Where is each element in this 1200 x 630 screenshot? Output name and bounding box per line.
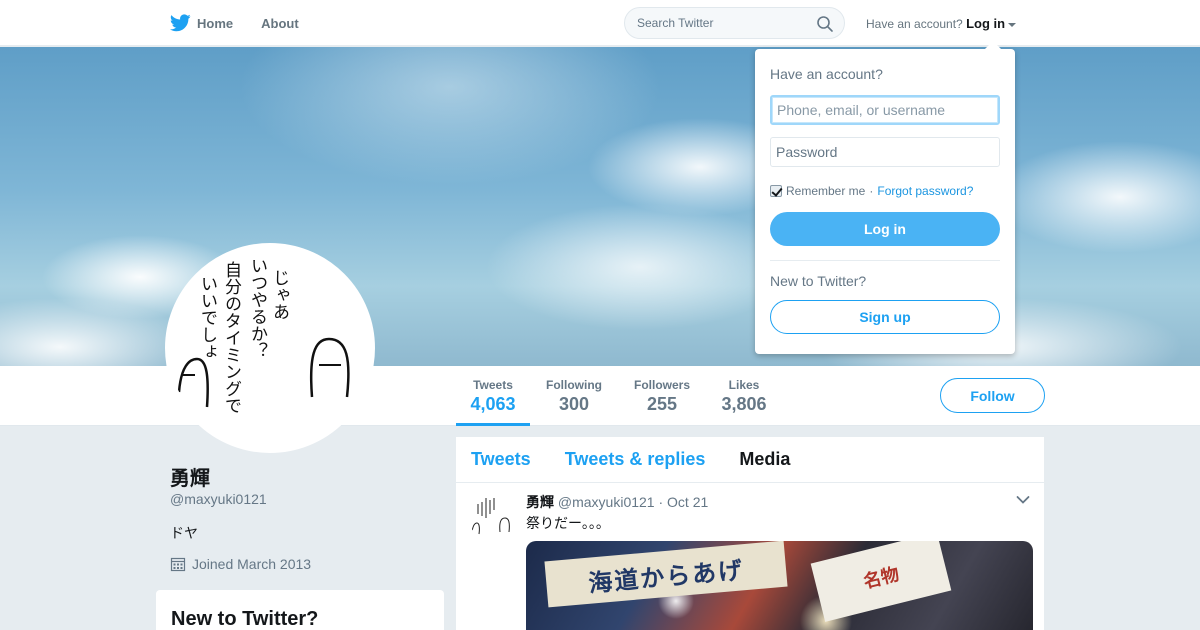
- avatar-text-2: いつやるか？: [247, 257, 267, 359]
- remember-me-label[interactable]: Remember me: [786, 184, 865, 198]
- profile-joined: Joined March 2013: [170, 556, 311, 572]
- media-shop-sign: 海道からあげ: [544, 541, 788, 608]
- remember-row: Remember me · Forgot password?: [770, 184, 973, 198]
- tweet-author-name[interactable]: 勇輝: [526, 494, 554, 510]
- avatar-drawing: じゃあ いつやるか？ 自分のタイミングで いいでしょ: [177, 257, 350, 414]
- follow-button[interactable]: Follow: [940, 378, 1045, 413]
- login-button[interactable]: Log in: [770, 212, 1000, 246]
- stat-value: 255: [646, 394, 678, 414]
- have-account-text: Have an account?: [866, 17, 963, 31]
- stat-label: Followers: [633, 378, 690, 392]
- active-tab-underline: [456, 423, 530, 426]
- remember-me-checkbox[interactable]: [770, 185, 782, 197]
- profile-name: 勇輝: [170, 468, 210, 490]
- caret-down-icon: [1008, 22, 1017, 27]
- username-field[interactable]: Phone, email, or username: [770, 95, 1000, 125]
- tweet-author-handle[interactable]: @maxyuki0121: [558, 494, 655, 510]
- top-navigation-bar: Home About Search Twitter Have an accoun…: [0, 0, 1200, 46]
- new-to-twitter-card: New to Twitter?: [156, 590, 444, 630]
- profile-avatar[interactable]: じゃあ いつやるか？ 自分のタイミングで いいでしょ: [165, 243, 375, 453]
- stat-tweets[interactable]: Tweets 4,063: [470, 378, 516, 415]
- username-placeholder: Phone, email, or username: [777, 102, 946, 118]
- stat-likes[interactable]: Likes 3,806: [721, 378, 767, 415]
- stat-label: Likes: [728, 378, 760, 392]
- search-input[interactable]: Search Twitter: [624, 7, 845, 39]
- dropdown-title: Have an account?: [770, 66, 883, 82]
- tweet-avatar-drawing: [471, 498, 510, 535]
- signup-button[interactable]: Sign up: [770, 300, 1000, 334]
- have-account-login[interactable]: Have an account? Log in: [866, 16, 1017, 31]
- login-link[interactable]: Log in: [966, 16, 1005, 31]
- avatar-text-1: じゃあ: [269, 269, 289, 320]
- tweet-header: 勇輝 @maxyuki0121 · Oct 21: [526, 492, 708, 512]
- separator-dot: ·: [869, 184, 874, 198]
- stat-value: 4,063: [470, 394, 516, 414]
- stat-value: 300: [558, 394, 590, 414]
- media-shop-sign-2: 名物: [810, 541, 952, 622]
- tweet-date[interactable]: · Oct 21: [658, 494, 708, 510]
- stat-followers[interactable]: Followers 255: [633, 378, 691, 415]
- calendar-icon: [170, 557, 186, 572]
- joined-text: Joined March 2013: [192, 556, 312, 572]
- password-field[interactable]: Password: [770, 137, 1000, 167]
- timeline-tabs: Tweets Tweets & replies Media: [456, 437, 1044, 483]
- nav-about-label: About: [261, 15, 299, 31]
- tab-tweets-replies[interactable]: Tweets & replies: [565, 449, 706, 470]
- nav-left: Home About: [170, 0, 299, 46]
- forgot-password-link[interactable]: Forgot password?: [877, 184, 973, 198]
- new-to-twitter-prompt: New to Twitter?: [770, 273, 867, 289]
- search-placeholder: Search Twitter: [637, 16, 714, 30]
- dropdown-divider: [770, 260, 1000, 261]
- tab-media[interactable]: Media: [739, 449, 790, 470]
- avatar-text-3: 自分のタイミングで: [221, 261, 242, 414]
- twitter-bird-icon: [170, 14, 191, 32]
- stat-following[interactable]: Following 300: [545, 378, 603, 415]
- tweet-media-photo[interactable]: 海道からあげ 名物: [526, 541, 1033, 630]
- nav-about[interactable]: About: [261, 16, 299, 31]
- profile-bio: ドヤ: [170, 525, 198, 541]
- search-icon[interactable]: [816, 15, 834, 33]
- stat-value: 3,806: [721, 394, 767, 414]
- new-to-twitter-title: New to Twitter?: [171, 608, 319, 630]
- stat-label: Following: [546, 378, 602, 392]
- nav-home-label: Home: [197, 15, 234, 31]
- chevron-down-icon[interactable]: [1016, 495, 1030, 505]
- tweet-text: 祭りだー。。。: [526, 515, 610, 531]
- timeline: Tweets Tweets & replies Media 勇輝 @maxyuk…: [456, 437, 1044, 630]
- tab-tweets[interactable]: Tweets: [471, 449, 531, 470]
- tweet-avatar[interactable]: [468, 492, 516, 540]
- avatar-text-4: いいでしょ: [197, 275, 217, 360]
- password-placeholder: Password: [776, 144, 838, 160]
- login-dropdown: Have an account? Phone, email, or userna…: [755, 41, 1015, 354]
- profile-handle[interactable]: @maxyuki0121: [170, 491, 267, 507]
- nav-home[interactable]: Home: [170, 14, 233, 32]
- stat-label: Tweets: [473, 378, 513, 392]
